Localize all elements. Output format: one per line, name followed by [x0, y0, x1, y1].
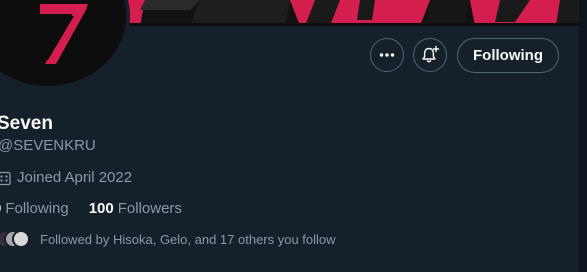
- followers-you-know[interactable]: Followed by Hisoka, Gelo, and 17 others …: [0, 230, 336, 248]
- followers-link[interactable]: 100 Followers: [89, 200, 182, 217]
- more-horizontal-icon: [378, 46, 396, 64]
- following-button[interactable]: Following: [457, 38, 559, 73]
- joined-date: Joined April 2022: [0, 169, 132, 186]
- following-link[interactable]: 0 Following: [0, 200, 69, 217]
- bell-plus-icon: [420, 45, 440, 65]
- scrollbar[interactable]: [579, 0, 587, 272]
- followers-count: 100: [88, 200, 114, 217]
- more-options-button[interactable]: [370, 38, 404, 72]
- avatar-image: [0, 0, 126, 86]
- joined-text: Joined April 2022: [17, 169, 133, 186]
- mutual-avatar: [12, 230, 30, 248]
- profile-display-name: Seven: [0, 113, 53, 134]
- followers-label: Followers: [117, 200, 182, 217]
- profile-stats: 0 Following 100 Followers: [0, 200, 182, 217]
- mutual-avatars: [0, 230, 32, 248]
- calendar-icon: [0, 170, 12, 186]
- profile-avatar[interactable]: [0, 0, 130, 90]
- following-label: Following: [5, 200, 69, 217]
- profile-page: Following Seven @SEVENKRU Joined April 2…: [0, 0, 587, 272]
- following-count: 0: [0, 200, 1, 217]
- followed-by-text: Followed by Hisoka, Gelo, and 17 others …: [40, 231, 336, 247]
- notifications-button[interactable]: [413, 38, 447, 72]
- profile-handle: @SEVENKRU: [0, 137, 96, 154]
